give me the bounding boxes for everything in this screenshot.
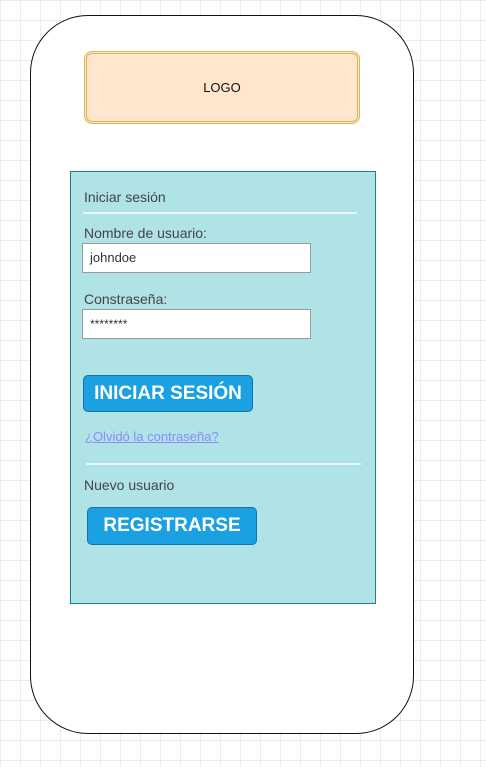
register-section-title: Nuevo usuario [84, 477, 175, 493]
logo-text: LOGO [203, 80, 241, 95]
logo: LOGO [84, 51, 360, 124]
login-panel: Iniciar sesión Nombre de usuario: johndo… [70, 171, 376, 604]
username-label: Nombre de usuario: [84, 225, 207, 241]
register-button-label: REGISTRARSE [103, 515, 241, 536]
login-button-label: INICIAR SESIÓN [94, 382, 242, 404]
password-label: Constraseña: [84, 291, 168, 307]
forgot-password-link[interactable]: ¿Olvidó la contraseña? [85, 429, 219, 444]
login-divider [83, 212, 357, 214]
login-section-title: Iniciar sesión [84, 189, 166, 205]
username-input[interactable]: johndoe [82, 243, 311, 273]
register-button[interactable]: REGISTRARSE [87, 507, 257, 545]
login-button[interactable]: INICIAR SESIÓN [83, 375, 253, 412]
register-divider [86, 463, 361, 465]
password-input[interactable]: ******** [82, 309, 311, 339]
